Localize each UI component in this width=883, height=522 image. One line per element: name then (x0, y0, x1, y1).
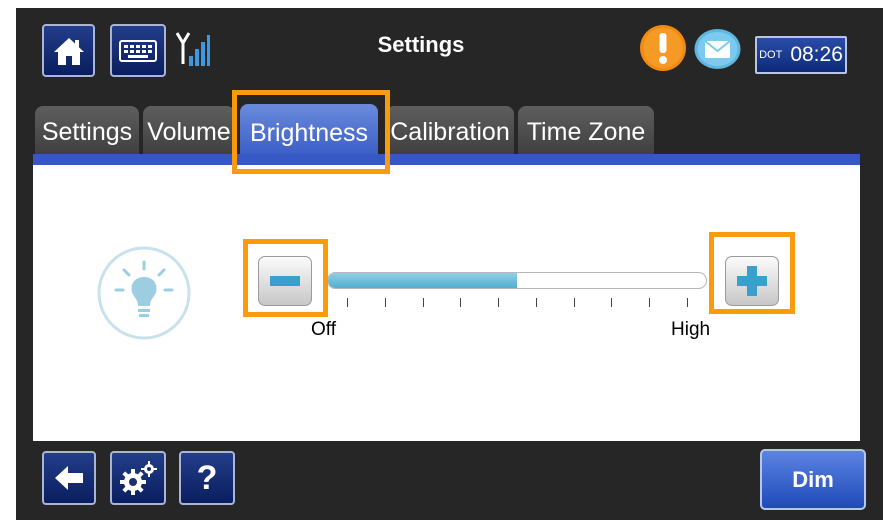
tab-time-zone[interactable]: Time Zone (518, 106, 654, 158)
slider-tick (384, 298, 386, 307)
min-label: Off (311, 319, 336, 340)
timezone-label: DOT (759, 49, 783, 61)
minus-icon (270, 276, 300, 286)
slider-tick (347, 298, 348, 307)
help-label: ? (196, 458, 218, 497)
back-button[interactable] (42, 451, 96, 505)
home-button[interactable] (42, 24, 95, 77)
home-icon (53, 37, 84, 65)
help-button[interactable]: ? (179, 451, 235, 505)
signal-icon (176, 32, 210, 66)
keyboard-button[interactable] (110, 24, 166, 77)
brightness-slider-fill (328, 273, 517, 288)
tab-settings[interactable]: Settings (35, 106, 139, 158)
tab-calibration[interactable]: Calibration (386, 106, 514, 158)
dim-button[interactable]: Dim (760, 449, 866, 510)
slider-tick (498, 298, 500, 307)
max-label: High (671, 319, 711, 340)
increase-brightness-button[interactable] (725, 256, 779, 306)
decrease-brightness-button[interactable] (258, 256, 312, 306)
slider-tick (687, 298, 688, 307)
slider-tick (611, 298, 613, 307)
mail-icon[interactable] (694, 28, 741, 70)
clock-time: 08:26 (790, 43, 843, 66)
plus-icon (737, 266, 767, 296)
bulb-icon (97, 246, 191, 340)
page-title: Settings (377, 32, 465, 57)
slider-tick (422, 298, 424, 307)
clock-display: DOT 08:26 (755, 36, 847, 74)
back-arrow-icon (55, 466, 83, 490)
settings-button[interactable] (110, 451, 166, 505)
alert-icon[interactable] (639, 24, 687, 72)
slider-ticks (327, 298, 707, 310)
slider-tick (649, 298, 651, 307)
brightness-slider[interactable] (327, 272, 707, 289)
slider-tick (573, 298, 575, 307)
device-screen: Settings DOT 08:26 Settings Volume Brigh… (16, 8, 883, 520)
slider-tick (460, 298, 462, 307)
tab-volume[interactable]: Volume (143, 106, 235, 158)
keyboard-icon (119, 39, 157, 62)
gear-icon (120, 461, 157, 495)
tab-underline (33, 154, 860, 165)
slider-tick (535, 298, 537, 307)
